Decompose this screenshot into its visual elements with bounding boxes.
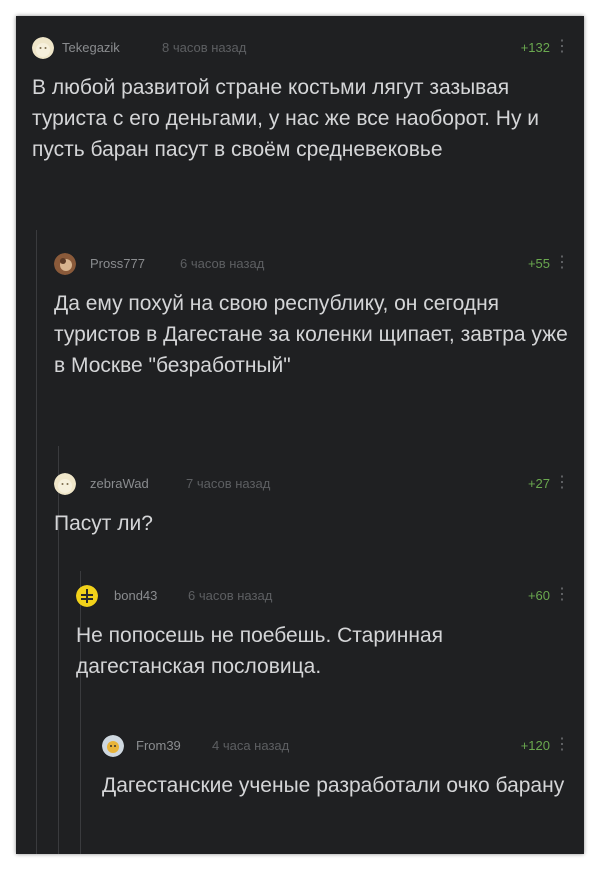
comment-author[interactable]: Tekegazik [62, 40, 120, 55]
comment-time[interactable]: 8 часов назад [162, 40, 246, 55]
comment-rating: +120 [520, 738, 550, 753]
avatar[interactable] [32, 37, 54, 59]
comment-header: Tekegazik 8 часов назад +132 ⋮ [16, 36, 584, 62]
more-options-icon[interactable]: ⋮ [554, 253, 570, 273]
comment-text: Дагестанские ученые разработали очко бар… [102, 774, 565, 797]
avatar[interactable] [76, 585, 98, 607]
comment-header: zebraWad 7 часов назад +27 ⋮ [16, 472, 584, 498]
comment-rating: +132 [520, 40, 550, 55]
thread-line [36, 230, 37, 854]
comment-rating: +60 [527, 588, 550, 603]
comment-text: Да ему похуй на свою республику, он сего… [54, 292, 568, 377]
comment-rating: +27 [527, 476, 550, 491]
avatar[interactable] [54, 253, 76, 275]
comment-time[interactable]: 7 часов назад [186, 476, 270, 491]
more-options-icon[interactable]: ⋮ [554, 735, 570, 755]
comment-rating: +55 [527, 256, 550, 271]
comment-time[interactable]: 4 часа назад [212, 738, 289, 753]
comment-header: bond43 6 часов назад +60 ⋮ [16, 584, 584, 610]
comment-header: From39 4 часа назад +120 ⋮ [16, 734, 584, 760]
comment-author[interactable]: zebraWad [90, 476, 149, 491]
comments-panel: Tekegazik 8 часов назад +132 ⋮ В любой р… [16, 16, 584, 854]
avatar[interactable] [102, 735, 124, 757]
comment-time[interactable]: 6 часов назад [188, 588, 272, 603]
avatar[interactable] [54, 473, 76, 495]
comment-text: Пасут ли? [54, 512, 153, 535]
comment-author[interactable]: From39 [136, 738, 181, 753]
comment-time[interactable]: 6 часов назад [180, 256, 264, 271]
more-options-icon[interactable]: ⋮ [554, 473, 570, 493]
comment-author[interactable]: Pross777 [90, 256, 145, 271]
comment-author[interactable]: bond43 [114, 588, 157, 603]
comment-header: Pross777 6 часов назад +55 ⋮ [16, 252, 584, 278]
thread-line [80, 571, 81, 854]
comment-text: Не попосешь не поебешь. Старинная дагест… [76, 624, 443, 678]
more-options-icon[interactable]: ⋮ [554, 37, 570, 57]
comment-text: В любой развитой стране костьми лягут за… [32, 76, 540, 161]
more-options-icon[interactable]: ⋮ [554, 585, 570, 605]
